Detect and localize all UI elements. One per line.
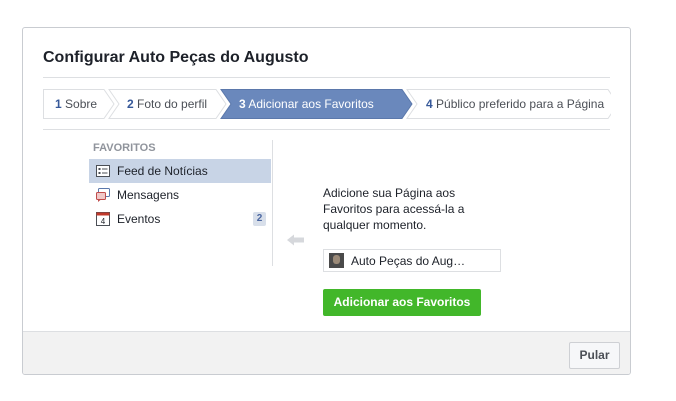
step-progress: 1 Sobre 2 Foto do perfil 3 Adicionar aos… — [43, 89, 611, 119]
add-to-favorites-button[interactable]: Adicionar aos Favoritos — [323, 289, 481, 316]
svg-text:4: 4 — [101, 217, 106, 226]
step-4[interactable]: 4 Público preferido para a Página — [426, 97, 604, 111]
divider — [43, 77, 610, 78]
dialog-title: Configurar Auto Peças do Augusto — [43, 49, 309, 66]
page-avatar — [329, 253, 344, 268]
divider — [43, 129, 610, 130]
step-1[interactable]: 1 Sobre — [55, 97, 97, 111]
favorite-item-messages[interactable]: Mensagens — [89, 183, 271, 207]
step-3[interactable]: 3 Adicionar aos Favoritos — [239, 97, 374, 111]
column-divider — [272, 140, 273, 266]
step-2[interactable]: 2 Foto do perfil — [127, 97, 207, 111]
favorite-label: Feed de Notícias — [117, 164, 208, 178]
favorites-heading: FAVORITOS — [93, 142, 156, 154]
setup-dialog: Configurar Auto Peças do Augusto 1 Sobre… — [22, 27, 631, 375]
favorite-label: Eventos — [117, 212, 161, 226]
calendar-icon: 4 — [95, 211, 111, 227]
messages-icon — [95, 187, 111, 203]
news-feed-icon — [95, 163, 111, 179]
page-preview: Auto Peças do Aug… — [323, 249, 501, 272]
favorite-item-news-feed[interactable]: Feed de Notícias — [89, 159, 271, 183]
instruction-text: Adicione sua Página aos Favoritos para a… — [323, 186, 465, 232]
page-name: Auto Peças do Aug… — [351, 254, 466, 268]
favorite-label: Mensagens — [117, 188, 180, 202]
dialog-footer: Pular — [23, 331, 630, 374]
events-count-badge: 2 — [253, 212, 266, 226]
arrow-left-icon — [287, 233, 305, 251]
favorite-item-events[interactable]: 4 Eventos 2 — [89, 207, 271, 231]
skip-button[interactable]: Pular — [569, 342, 620, 369]
